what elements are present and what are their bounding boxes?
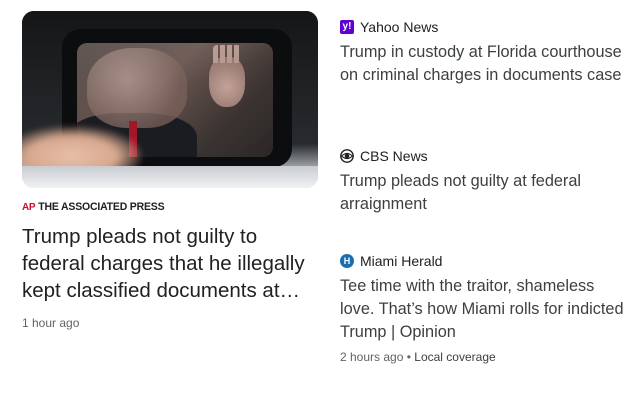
source-name: CBS News xyxy=(360,148,428,164)
source-name: Miami Herald xyxy=(360,253,443,269)
story-source[interactable]: H Miami Herald xyxy=(340,252,630,270)
story-headline[interactable]: Tee time with the traitor, shameless lov… xyxy=(340,275,630,344)
related-story-miami-herald[interactable]: H Miami Herald Tee time with the traitor… xyxy=(340,252,630,364)
top-story[interactable]: AP THE ASSOCIATED PRESS Trump pleads not… xyxy=(22,11,322,330)
meta-separator: • xyxy=(406,350,411,364)
source-name: Yahoo News xyxy=(360,19,439,35)
source-name: THE ASSOCIATED PRESS xyxy=(38,200,165,214)
story-meta: 2 hours ago • Local coverage xyxy=(340,350,630,364)
news-cluster-card: AP THE ASSOCIATED PRESS Trump pleads not… xyxy=(4,0,630,403)
top-story-headline[interactable]: Trump pleads not guilty to federal charg… xyxy=(22,223,322,304)
top-story-source[interactable]: AP THE ASSOCIATED PRESS xyxy=(22,200,322,214)
top-story-timestamp: 1 hour ago xyxy=(22,316,80,330)
related-story-yahoo[interactable]: y! Yahoo News Trump in custody at Florid… xyxy=(340,18,630,87)
yahoo-news-icon: y! xyxy=(340,20,354,34)
story-source[interactable]: y! Yahoo News xyxy=(340,18,630,36)
related-story-cbs[interactable]: CBS News Trump pleads not guilty at fede… xyxy=(340,147,630,216)
top-story-thumbnail[interactable] xyxy=(22,11,318,188)
local-coverage-tag[interactable]: Local coverage xyxy=(414,350,495,364)
cbs-eye-icon xyxy=(340,149,354,163)
story-timestamp: 2 hours ago xyxy=(340,350,404,364)
miami-herald-icon: H xyxy=(340,254,354,268)
story-headline[interactable]: Trump pleads not guilty at federal arrai… xyxy=(340,170,630,216)
ap-logo-icon: AP xyxy=(22,201,36,213)
car-trim-graphic xyxy=(22,166,318,188)
story-source[interactable]: CBS News xyxy=(340,147,630,165)
story-headline[interactable]: Trump in custody at Florida courthouse o… xyxy=(340,41,630,87)
